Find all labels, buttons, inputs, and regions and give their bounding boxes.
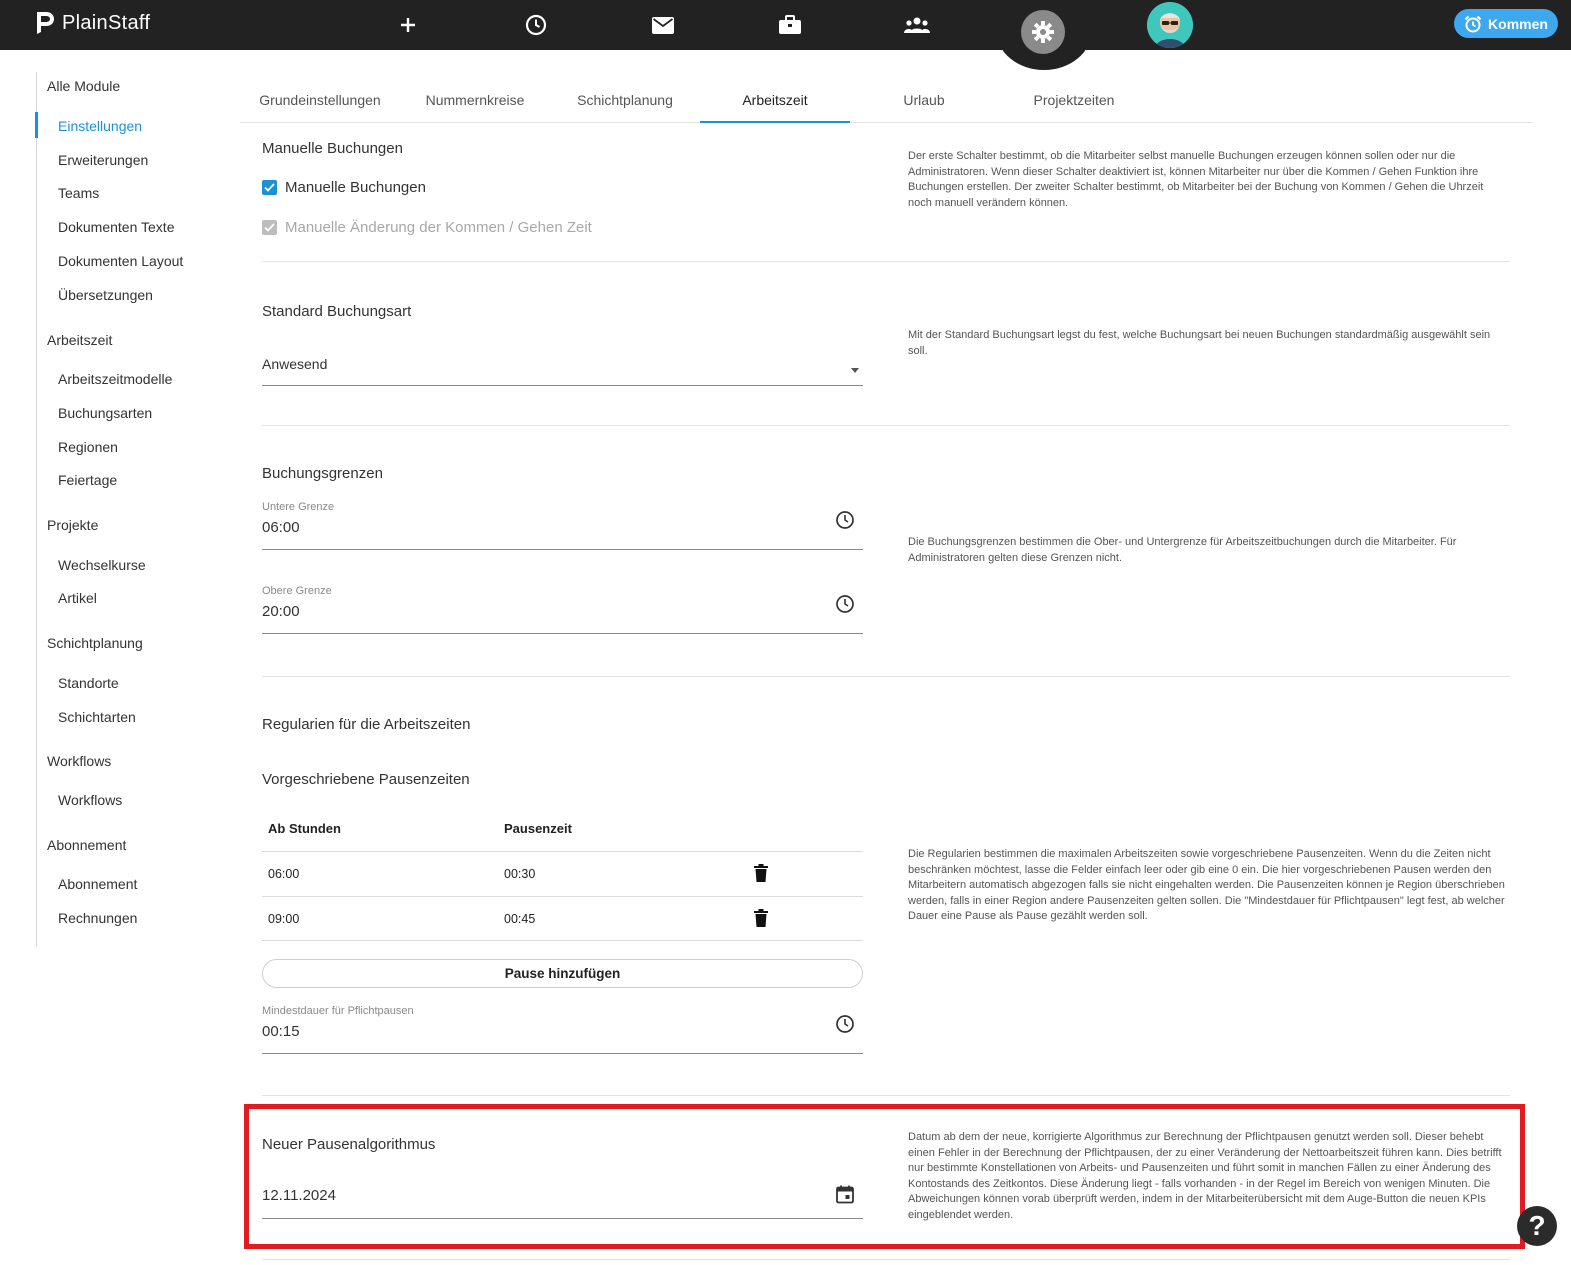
lower-limit-field[interactable]: Untere Grenze 06:00 [262, 498, 863, 550]
sidebar-item-erweiterungen[interactable]: Erweiterungen [58, 152, 148, 168]
sidebar-item-teams[interactable]: Teams [58, 185, 99, 201]
table-cell-break[interactable]: 00:45 [504, 912, 535, 926]
table-cell-hours[interactable]: 09:00 [268, 912, 299, 926]
sidebar-item-standorte[interactable]: Standorte [58, 675, 119, 691]
app-logo[interactable]: PlainStaff [34, 10, 150, 36]
plus-icon[interactable] [394, 11, 422, 39]
help-icon: ? [1528, 1210, 1546, 1241]
settings-tabs: Grundeinstellungen Nummernkreise Schicht… [240, 78, 1532, 123]
upper-limit-field[interactable]: Obere Grenze 20:00 [262, 582, 863, 634]
mandatory-breaks-subtitle: Vorgeschriebene Pausenzeiten [262, 771, 470, 788]
standard-booking-type-description: Mit der Standard Buchungsart legst du fe… [908, 329, 1491, 357]
people-icon[interactable] [903, 11, 931, 39]
tab-projektzeiten[interactable]: Projektzeiten [999, 78, 1149, 122]
gear-icon[interactable] [1021, 10, 1065, 54]
lower-limit-label: Untere Grenze [262, 501, 335, 513]
chevron-down-icon[interactable] [851, 368, 859, 373]
trash-icon[interactable] [753, 909, 769, 927]
tab-urlaub[interactable]: Urlaub [849, 78, 999, 122]
upper-limit-label: Obere Grenze [262, 585, 332, 597]
manual-bookings-checkbox-label: Manuelle Buchungen [285, 179, 426, 196]
clock-icon[interactable] [835, 510, 855, 530]
mail-icon[interactable] [649, 11, 677, 39]
sidebar-group-projekte[interactable]: Projekte [47, 517, 98, 533]
sidebar-item-wechselkurse[interactable]: Wechselkurse [58, 557, 146, 573]
kommen-label: Kommen [1488, 15, 1548, 32]
checkbox-checked-icon [262, 220, 277, 235]
manual-bookings-title: Manuelle Buchungen [262, 140, 403, 157]
sidebar-item-regionen[interactable]: Regionen [58, 439, 118, 455]
settings-sidebar: Alle Module Einstellungen Erweiterungen … [35, 72, 226, 947]
sidebar-item-uebersetzungen[interactable]: Übersetzungen [58, 287, 153, 303]
section-divider [262, 1095, 1510, 1096]
sidebar-item-buchungsarten[interactable]: Buchungsarten [58, 405, 152, 421]
lower-limit-value: 06:00 [262, 519, 300, 536]
sidebar-group-workflows[interactable]: Workflows [47, 753, 111, 769]
table-divider [262, 940, 863, 941]
help-button[interactable]: ? [1517, 1206, 1557, 1246]
plainstaff-logo-icon [37, 12, 54, 34]
sidebar-item-feiertage[interactable]: Feiertage [58, 472, 117, 488]
section-divider [262, 261, 1510, 262]
top-navigation-bar: PlainStaff Kommen [0, 0, 1571, 50]
sidebar-item-alle-module[interactable]: Alle Module [47, 78, 120, 94]
column-header-break: Pausenzeit [504, 821, 572, 836]
checkbox-checked-icon [262, 180, 277, 195]
table-cell-hours[interactable]: 06:00 [268, 867, 299, 881]
sidebar-active-indicator [35, 112, 38, 138]
table-divider [262, 896, 863, 897]
sidebar-item-dokumenten-layout[interactable]: Dokumenten Layout [58, 253, 183, 269]
sidebar-item-dokumenten-texte[interactable]: Dokumenten Texte [58, 219, 174, 235]
clock-icon[interactable] [835, 594, 855, 614]
trash-icon[interactable] [753, 864, 769, 882]
min-break-duration-value: 00:15 [262, 1023, 300, 1040]
min-break-duration-label: Mindestdauer für Pflichtpausen [262, 1005, 414, 1017]
sidebar-group-arbeitszeit[interactable]: Arbeitszeit [47, 332, 112, 348]
clock-icon[interactable] [835, 1014, 855, 1034]
app-name: PlainStaff [62, 11, 151, 34]
tab-arbeitszeit[interactable]: Arbeitszeit [700, 78, 850, 123]
upper-limit-value: 20:00 [262, 603, 300, 620]
min-break-duration-field[interactable]: Mindestdauer für Pflichtpausen 00:15 [262, 1002, 863, 1054]
booking-limits-title: Buchungsgrenzen [262, 465, 383, 482]
manual-time-change-checkbox-label: Manuelle Änderung der Kommen / Gehen Zei… [285, 219, 592, 236]
table-cell-break[interactable]: 00:30 [504, 867, 535, 881]
tab-schichtplanung[interactable]: Schichtplanung [550, 78, 700, 122]
highlight-annotation-box [244, 1104, 1525, 1249]
tab-nummernkreise[interactable]: Nummernkreise [400, 78, 550, 122]
sidebar-item-abonnement[interactable]: Abonnement [58, 876, 137, 892]
standard-booking-type-select[interactable]: Anwesend [262, 350, 863, 386]
sidebar-item-schichtarten[interactable]: Schichtarten [58, 709, 136, 725]
kommen-button[interactable]: Kommen [1454, 9, 1558, 38]
tab-grundeinstellungen[interactable]: Grundeinstellungen [245, 78, 395, 122]
manual-bookings-description: Der erste Schalter bestimmt, ob die Mita… [908, 150, 1484, 209]
clock-icon[interactable] [522, 11, 550, 39]
section-divider [262, 1259, 1510, 1260]
standard-booking-type-title: Standard Buchungsart [262, 303, 412, 320]
add-break-button[interactable]: Pause hinzufügen [262, 959, 863, 988]
column-header-hours: Ab Stunden [268, 821, 341, 836]
standard-booking-type-value: Anwesend [262, 356, 328, 372]
work-time-rules-description: Die Regularien bestimmen die maximalen A… [908, 848, 1505, 923]
manual-bookings-checkbox[interactable]: Manuelle Buchungen [262, 179, 426, 196]
sidebar-item-einstellungen[interactable]: Einstellungen [58, 118, 142, 134]
alarm-clock-icon [1464, 15, 1482, 32]
work-time-rules-title: Regularien für die Arbeitszeiten [262, 716, 471, 733]
avatar[interactable] [1147, 2, 1193, 48]
sidebar-group-schichtplanung[interactable]: Schichtplanung [47, 635, 143, 651]
manual-time-change-checkbox: Manuelle Änderung der Kommen / Gehen Zei… [262, 219, 592, 236]
booking-limits-description: Die Buchungsgrenzen bestimmen die Ober- … [908, 536, 1457, 564]
sidebar-group-abonnement[interactable]: Abonnement [47, 837, 126, 853]
briefcase-icon[interactable] [776, 11, 804, 39]
sidebar-item-arbeitszeitmodelle[interactable]: Arbeitszeitmodelle [58, 371, 172, 387]
sidebar-item-workflows[interactable]: Workflows [58, 792, 122, 808]
section-divider [262, 425, 1510, 426]
table-divider [262, 851, 863, 852]
sidebar-item-artikel[interactable]: Artikel [58, 590, 97, 606]
section-divider [262, 676, 1510, 677]
sidebar-item-rechnungen[interactable]: Rechnungen [58, 910, 137, 926]
